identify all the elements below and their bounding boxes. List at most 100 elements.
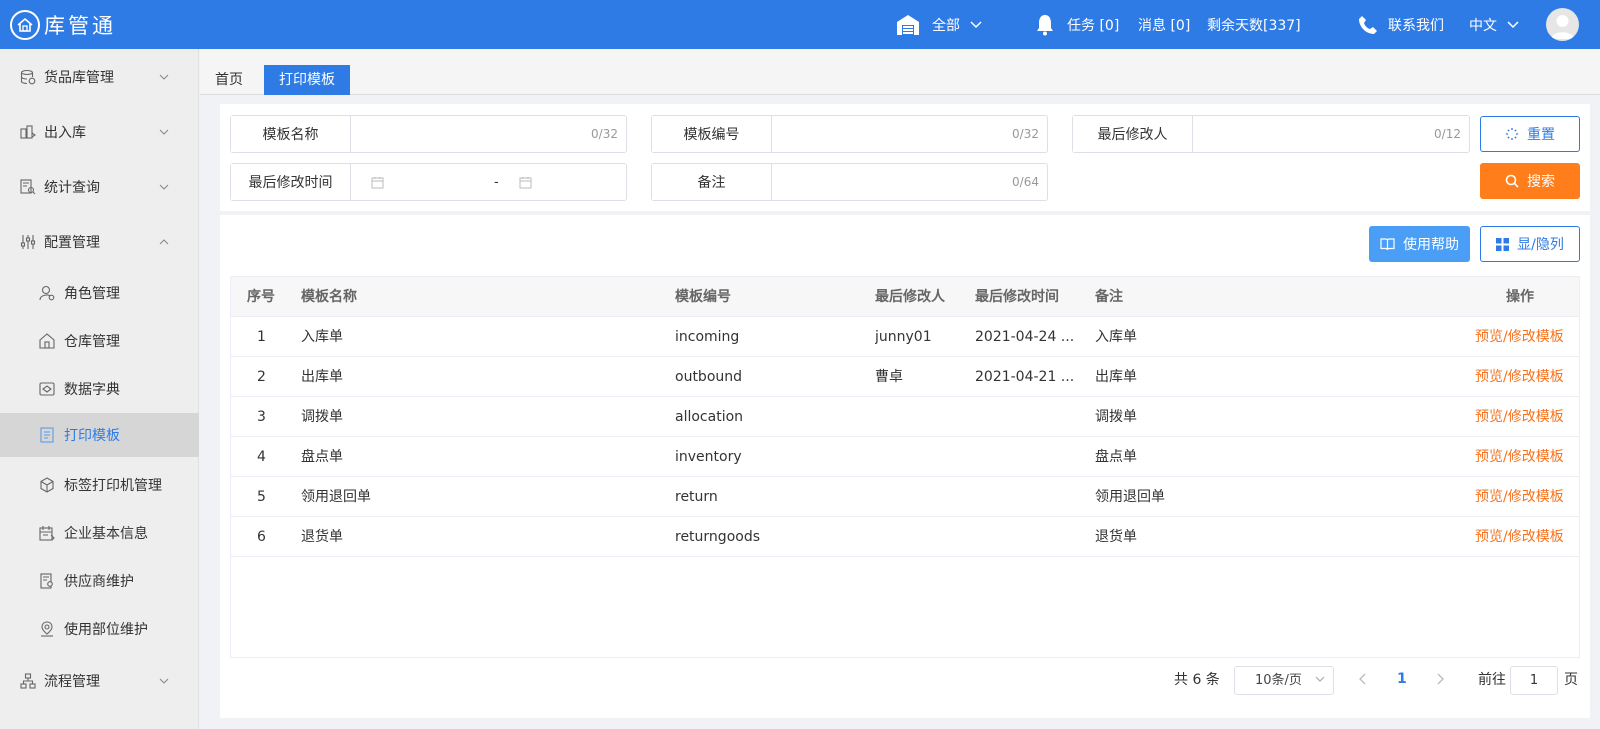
submenu-label: 角色管理 bbox=[64, 286, 120, 302]
language-select[interactable]: 中文 bbox=[1469, 0, 1519, 49]
menu-statistics[interactable]: 统计查询 bbox=[0, 164, 199, 210]
next-page-button[interactable] bbox=[1435, 664, 1445, 694]
page-size-select[interactable]: 10条/页 bbox=[1234, 666, 1334, 695]
help-button[interactable]: 使用帮助 bbox=[1369, 226, 1470, 262]
user-avatar-icon bbox=[1551, 15, 1574, 39]
table-row: 1 入库单 incoming junny01 2021-04-24 ... 入库单 预览/修… bbox=[231, 317, 1579, 357]
chevron-down-icon bbox=[1315, 676, 1325, 682]
cell-last-modified-time: 2021-04-24 ... bbox=[975, 329, 1075, 345]
submenu-data-dictionary[interactable]: 数据字典 bbox=[0, 367, 199, 411]
preview-edit-template-link[interactable]: 预览/修改模板 bbox=[1475, 357, 1564, 397]
cube-icon bbox=[40, 477, 54, 493]
submenu-warehouse-management[interactable]: 仓库管理 bbox=[0, 319, 199, 363]
preview-edit-template-link[interactable]: 预览/修改模板 bbox=[1475, 517, 1564, 557]
cell-last-modified-time: 2021-04-21 ... bbox=[975, 369, 1075, 385]
boxes-icon bbox=[20, 125, 36, 139]
days-left-label: 剩余天数[337] bbox=[1207, 17, 1301, 34]
grid-icon bbox=[1496, 237, 1510, 251]
submenu-label: 供应商维护 bbox=[64, 574, 134, 590]
date-range-separator: - bbox=[494, 174, 499, 190]
page-number-current[interactable]: 1 bbox=[1397, 664, 1407, 694]
template-code-input[interactable] bbox=[772, 116, 1047, 152]
tasks-link[interactable]: 任务 [0] bbox=[1035, 0, 1119, 49]
cell-last-modified-time bbox=[975, 517, 1075, 557]
cell-remark: 入库单 bbox=[1095, 329, 1137, 345]
template-name-input[interactable] bbox=[351, 116, 626, 152]
warehouse-select[interactable]: 全部 bbox=[896, 0, 982, 49]
preview-edit-template-link[interactable]: 预览/修改模板 bbox=[1475, 437, 1564, 477]
submenu-company-info[interactable]: 企业基本信息 bbox=[0, 511, 199, 555]
submenu-usage-location[interactable]: 使用部位维护 bbox=[0, 607, 199, 651]
chevron-right-icon bbox=[1437, 673, 1444, 685]
reset-button[interactable]: 重置 bbox=[1480, 116, 1580, 152]
cell-remark: 盘点单 bbox=[1095, 449, 1137, 465]
filter-label: 模板编号 bbox=[652, 116, 772, 152]
menu-inbound-outbound[interactable]: 出入库 bbox=[0, 109, 199, 155]
filter-template-name: 模板名称 0/32 bbox=[230, 115, 627, 153]
warehouse-label: 全部 bbox=[932, 17, 960, 34]
search-label: 搜索 bbox=[1527, 174, 1555, 190]
filter-label: 模板名称 bbox=[231, 116, 351, 152]
submenu-label: 数据字典 bbox=[64, 382, 120, 398]
filter-template-code: 模板编号 0/32 bbox=[651, 115, 1048, 153]
submenu-print-template[interactable]: 打印模板 bbox=[0, 413, 199, 457]
chevron-down-icon bbox=[1507, 20, 1519, 28]
preview-edit-template-link[interactable]: 预览/修改模板 bbox=[1475, 397, 1564, 437]
last-modifier-input[interactable] bbox=[1193, 116, 1469, 152]
dictionary-icon bbox=[39, 382, 55, 396]
cell-template-code: allocation bbox=[675, 409, 744, 425]
menu-goods-library[interactable]: 货品库管理 bbox=[0, 54, 199, 100]
char-count: 0/64 bbox=[1012, 175, 1039, 189]
warehouse-icon bbox=[897, 14, 919, 35]
cell-remark: 领用退回单 bbox=[1095, 489, 1165, 505]
menu-workflow[interactable]: 流程管理 bbox=[0, 658, 199, 704]
app-logo[interactable]: 库管通 bbox=[0, 0, 116, 49]
chevron-down-icon bbox=[159, 678, 169, 684]
header-last-modifier: 最后修改人 bbox=[875, 289, 945, 305]
search-icon bbox=[1505, 174, 1519, 188]
days-left: 剩余天数[337] bbox=[1207, 0, 1301, 49]
submenu-label: 打印模板 bbox=[64, 428, 120, 444]
tab-home[interactable]: 首页 bbox=[200, 65, 258, 95]
filter-remark: 备注 0/64 bbox=[651, 163, 1048, 201]
search-button[interactable]: 搜索 bbox=[1480, 163, 1580, 199]
menu-configuration[interactable]: 配置管理 bbox=[0, 219, 199, 265]
messages-label: 消息 [0] bbox=[1138, 17, 1191, 34]
goto-page-input[interactable]: 1 bbox=[1510, 666, 1558, 695]
calendar-icon[interactable] bbox=[519, 176, 532, 189]
menu-label: 流程管理 bbox=[44, 674, 100, 690]
header-no: 序号 bbox=[247, 289, 275, 305]
submenu-role-management[interactable]: 角色管理 bbox=[0, 271, 199, 315]
page-size-label: 10条/页 bbox=[1255, 673, 1302, 688]
calendar-icon bbox=[39, 526, 55, 541]
table-row: 5 领用退回单 return 领用退回单 预览/修改模板 bbox=[231, 477, 1579, 517]
preview-edit-template-link[interactable]: 预览/修改模板 bbox=[1475, 477, 1564, 517]
tab-print-template[interactable]: 打印模板 bbox=[264, 65, 350, 95]
chevron-down-icon bbox=[159, 184, 169, 190]
user-avatar[interactable] bbox=[1546, 8, 1579, 41]
refresh-icon bbox=[1506, 128, 1518, 140]
top-bar: 库管通 全部 任务 [0] 消息 [0] 剩余天数[337] 联系我们 中文 bbox=[0, 0, 1600, 49]
submenu-label: 标签打印机管理 bbox=[64, 478, 162, 494]
cell-template-name: 盘点单 bbox=[301, 449, 343, 465]
menu-label: 统计查询 bbox=[44, 180, 100, 196]
messages-link[interactable]: 消息 [0] bbox=[1138, 0, 1190, 49]
char-count: 0/32 bbox=[591, 127, 618, 141]
toggle-columns-button[interactable]: 显/隐列 bbox=[1480, 226, 1580, 262]
home-icon bbox=[39, 333, 55, 349]
remark-input[interactable] bbox=[772, 164, 1047, 200]
cell-template-code: incoming bbox=[675, 329, 740, 345]
table-row: 3 调拨单 allocation 调拨单 预览/修改模板 bbox=[231, 397, 1579, 437]
sidebar: 货品库管理 出入库 统计查询 配置管理 角色管理 仓库管理 数据字典 打印模板 … bbox=[0, 49, 199, 729]
chevron-up-icon bbox=[159, 239, 169, 245]
filter-label: 备注 bbox=[652, 164, 772, 200]
submenu-supplier[interactable]: 供应商维护 bbox=[0, 559, 199, 603]
submenu-label-printer[interactable]: 标签打印机管理 bbox=[0, 463, 199, 507]
prev-page-button[interactable] bbox=[1358, 664, 1368, 694]
preview-edit-template-link[interactable]: 预览/修改模板 bbox=[1475, 317, 1564, 357]
contact-link[interactable]: 联系我们 bbox=[1358, 0, 1444, 49]
calendar-icon[interactable] bbox=[371, 176, 384, 189]
cell-template-name: 退货单 bbox=[301, 529, 343, 545]
char-count: 0/12 bbox=[1434, 127, 1461, 141]
cell-no: 3 bbox=[257, 409, 266, 425]
